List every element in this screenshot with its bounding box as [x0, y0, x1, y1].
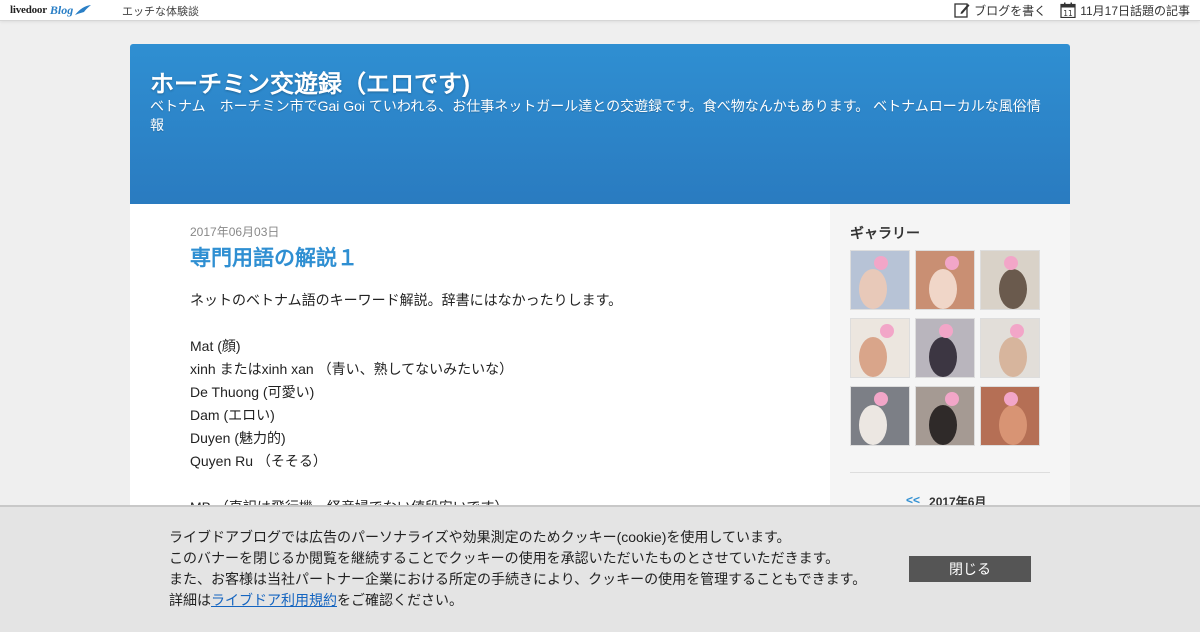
- thumbnail-image: [859, 256, 888, 309]
- thumbnail-image: [859, 324, 894, 377]
- thumbnail-image: [999, 256, 1027, 309]
- post-line: xinh またはxinh xan （青い、熟してないみたいな）: [190, 361, 514, 377]
- post-line: De Thuong (可愛い): [190, 384, 315, 400]
- cookie-line: ライブドアブログでは広告のパーソナライズや効果測定のためクッキー(cookie)…: [169, 529, 791, 545]
- cookie-banner: ライブドアブログでは広告のパーソナライズや効果測定のためクッキー(cookie)…: [0, 505, 1200, 632]
- calendar-icon-day: 11: [1063, 9, 1073, 18]
- gallery-title: ギャラリー: [850, 225, 920, 241]
- logo-blog-text: Blog: [49, 2, 74, 17]
- thumbnail-image: [929, 392, 959, 445]
- gallery-thumbnail[interactable]: [850, 318, 910, 378]
- write-blog-link[interactable]: ブログを書く: [954, 2, 1046, 19]
- cookie-details-suffix: をご確認ください。: [337, 592, 463, 608]
- trending-label: 11月17日話題の記事: [1080, 3, 1190, 18]
- cookie-details-prefix: 詳細は: [169, 592, 211, 608]
- post-line: Mat (顔): [190, 338, 241, 354]
- gallery-thumbnail[interactable]: [915, 250, 975, 310]
- gallery-thumbnail[interactable]: [915, 386, 975, 446]
- write-pencil-icon: [954, 3, 970, 18]
- gallery-thumbnail[interactable]: [850, 250, 910, 310]
- post-line: ネットのベトナム語のキーワード解説。辞書にはなかったりします。: [190, 292, 623, 308]
- gallery-thumbnail[interactable]: [980, 386, 1040, 446]
- gallery-grid: [850, 250, 1045, 446]
- post-title[interactable]: 専門用語の解説１: [190, 242, 358, 272]
- calendar-icon: 11: [1060, 2, 1076, 18]
- post-line: Duyen (魅力的): [190, 430, 286, 446]
- thumbnail-image: [999, 392, 1027, 445]
- blog-header: ホーチミン交遊録（エロです) ベトナム ホーチミン市でGai Goi ていわれる…: [130, 44, 1070, 204]
- close-cookie-button[interactable]: 閉じる: [909, 556, 1031, 582]
- blog-title[interactable]: ホーチミン交遊録（エロです): [150, 64, 470, 99]
- gallery-thumbnail[interactable]: [850, 386, 910, 446]
- top-bar: livedoor Blog エッチな体験談 ブログを書く 11 11月17日話題…: [0, 0, 1200, 21]
- gallery-thumbnail[interactable]: [915, 318, 975, 378]
- sidebar-divider: [850, 472, 1050, 473]
- thumbnail-image: [859, 392, 888, 445]
- blog-category-link[interactable]: エッチな体験談: [122, 3, 199, 19]
- post-line: [190, 312, 790, 335]
- livedoor-blog-logo[interactable]: livedoor Blog: [10, 2, 92, 18]
- cookie-line: また、お客様は当社パートナー企業における所定の手続きにより、クッキーの使用を管理…: [169, 571, 867, 587]
- cookie-line: 詳細はライブドア利用規約をご確認ください。: [169, 590, 866, 611]
- gallery-thumbnail[interactable]: [980, 318, 1040, 378]
- post-line: Dam (エロい): [190, 407, 275, 423]
- post-body: ネットのベトナム語のキーワード解説。辞書にはなかったりします。 Mat (顔) …: [190, 289, 790, 519]
- gallery-thumbnail[interactable]: [980, 250, 1040, 310]
- post-date: 2017年06月03日: [190, 225, 280, 239]
- thumbnail-image: [999, 324, 1027, 377]
- trending-articles-link[interactable]: 11 11月17日話題の記事: [1060, 2, 1190, 19]
- post-line: [190, 473, 790, 496]
- thumbnail-image: [929, 256, 959, 309]
- cookie-line: このバナーを閉じるか閲覧を継続することでクッキーの使用を承認いただいたものとさせ…: [169, 550, 840, 566]
- post-line: Quyen Ru （そそる）: [190, 453, 327, 469]
- blog-description: ベトナム ホーチミン市でGai Goi ていわれる、お仕事ネットガール達との交遊…: [150, 98, 1041, 133]
- thumbnail-image: [929, 324, 957, 377]
- cookie-text: ライブドアブログでは広告のパーソナライズや効果測定のためクッキー(cookie)…: [169, 527, 866, 611]
- terms-of-use-link[interactable]: ライブドア利用規約: [211, 592, 337, 608]
- write-blog-label: ブログを書く: [974, 3, 1047, 18]
- logo-wing-icon: [75, 5, 92, 15]
- logo-livedoor-text: livedoor: [10, 4, 47, 16]
